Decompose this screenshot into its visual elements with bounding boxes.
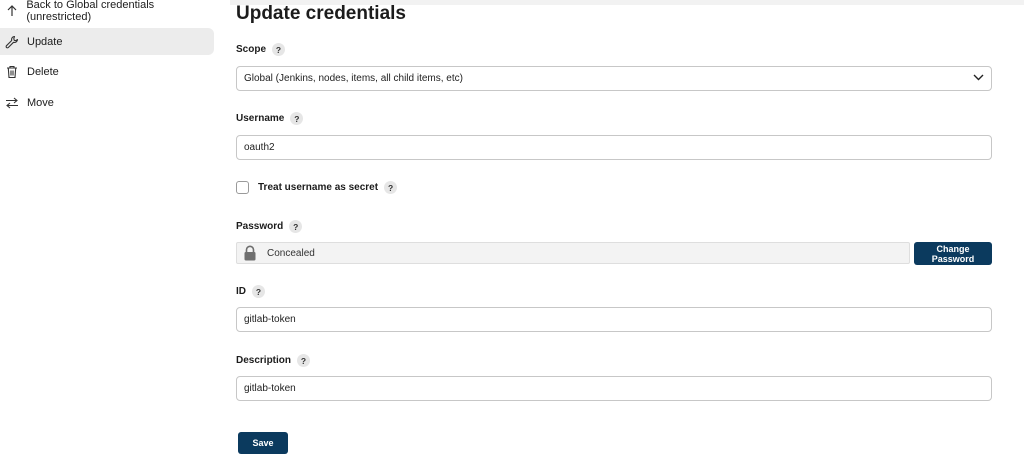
change-password-button[interactable]: Change Password bbox=[914, 242, 992, 265]
id-label: ID ? bbox=[236, 285, 265, 298]
username-label-text: Username bbox=[236, 113, 285, 124]
sidebar-item-label: Back to Global credentials (unrestricted… bbox=[26, 0, 155, 23]
password-label: Password ? bbox=[236, 220, 303, 233]
treat-username-secret-label: Treat username as secret bbox=[258, 182, 379, 193]
help-icon[interactable]: ? bbox=[289, 220, 303, 233]
save-button[interactable]: Save bbox=[238, 432, 288, 454]
description-label-text: Description bbox=[236, 355, 292, 366]
sidebar-item-move[interactable]: Move bbox=[0, 89, 214, 116]
arrow-up-icon bbox=[4, 3, 19, 19]
sidebar-item-label: Move bbox=[27, 96, 54, 109]
scope-select[interactable]: Global (Jenkins, nodes, items, all child… bbox=[236, 66, 992, 91]
help-icon[interactable]: ? bbox=[272, 43, 286, 56]
password-concealed-field: Concealed bbox=[236, 242, 910, 264]
treat-username-secret-row: Treat username as secret ? bbox=[236, 181, 398, 194]
page-title: Update credentials bbox=[236, 3, 406, 24]
help-icon[interactable]: ? bbox=[384, 181, 398, 194]
swap-arrows-icon bbox=[4, 95, 20, 111]
scope-selected-value: Global (Jenkins, nodes, items, all child… bbox=[244, 73, 463, 84]
sidebar-item-label: Delete bbox=[27, 65, 59, 78]
username-input[interactable] bbox=[236, 135, 992, 160]
wrench-icon bbox=[4, 34, 20, 50]
password-label-text: Password bbox=[236, 221, 284, 232]
sidebar-item-update[interactable]: Update bbox=[0, 28, 214, 55]
trash-icon bbox=[4, 64, 20, 80]
treat-username-secret-checkbox[interactable] bbox=[236, 181, 249, 194]
sidebar-item-label: Update bbox=[27, 35, 63, 48]
lock-icon bbox=[243, 245, 257, 261]
scope-label: Scope ? bbox=[236, 43, 286, 56]
scope-label-text: Scope bbox=[236, 44, 267, 55]
sidebar-item-delete[interactable]: Delete bbox=[0, 58, 214, 85]
description-input[interactable] bbox=[236, 376, 992, 401]
help-icon[interactable]: ? bbox=[252, 285, 265, 298]
username-label: Username ? bbox=[236, 112, 304, 125]
password-concealed-text: Concealed bbox=[267, 247, 315, 259]
help-icon[interactable]: ? bbox=[297, 354, 311, 367]
chevron-down-icon bbox=[973, 73, 984, 84]
sidebar-item-back[interactable]: Back to Global credentials (unrestricted… bbox=[0, 0, 214, 24]
id-input[interactable] bbox=[236, 307, 992, 332]
description-label: Description ? bbox=[236, 354, 311, 367]
id-label-text: ID bbox=[236, 286, 246, 297]
help-icon[interactable]: ? bbox=[290, 112, 304, 125]
